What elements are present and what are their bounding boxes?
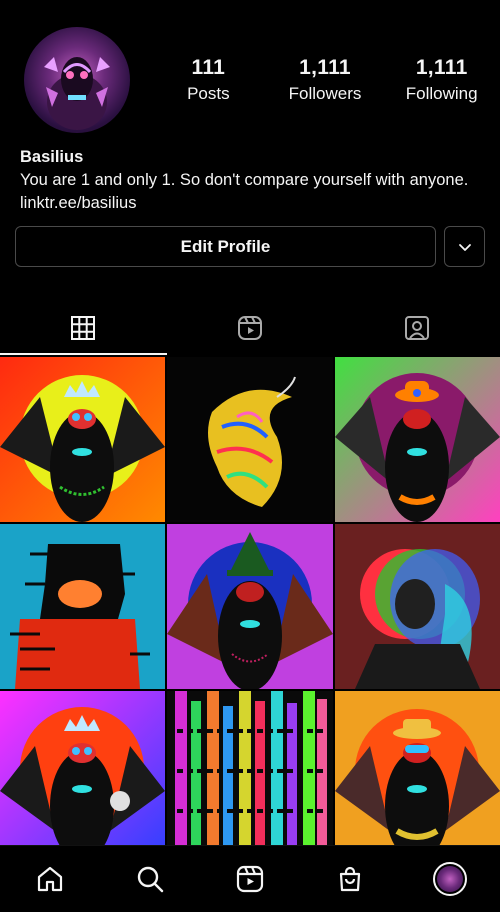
post-thumbnail[interactable] — [167, 524, 333, 689]
edit-profile-button[interactable]: Edit Profile — [15, 226, 436, 267]
nav-profile[interactable] — [400, 846, 500, 912]
profile-avatar — [433, 862, 467, 896]
tagged-icon — [404, 315, 429, 340]
profile-tabs — [0, 300, 500, 355]
post-thumbnail[interactable] — [0, 691, 165, 856]
post-thumbnail[interactable] — [167, 691, 333, 856]
post-thumbnail[interactable] — [335, 357, 500, 522]
stat-label: Followers — [288, 84, 362, 103]
profile-name: Basilius — [20, 148, 84, 166]
post-thumbnail[interactable] — [0, 357, 165, 522]
reels-icon — [238, 315, 262, 340]
stat-value: 1,111 — [299, 56, 351, 79]
post-thumbnail[interactable] — [0, 524, 165, 689]
search-icon — [137, 866, 164, 893]
tab-tagged[interactable] — [333, 300, 500, 355]
suggestions-button[interactable] — [444, 226, 485, 267]
post-thumbnail[interactable] — [335, 524, 500, 689]
stat-value: 1,111 — [415, 56, 468, 79]
bio-text: You are 1 and only 1. So don't compare y… — [20, 171, 469, 189]
nav-home[interactable] — [0, 846, 100, 912]
bio-link[interactable]: linktr.ee/basilius — [20, 192, 490, 215]
tab-reels[interactable] — [167, 300, 334, 355]
nav-shop[interactable] — [300, 846, 400, 912]
nav-search[interactable] — [100, 846, 200, 912]
profile-actions: Edit Profile — [15, 226, 485, 268]
chevron-down-icon — [458, 243, 471, 251]
bottom-navigation — [0, 845, 500, 912]
profile-bio: Basilius You are 1 and only 1. So don't … — [20, 146, 490, 215]
reels-icon — [236, 865, 264, 893]
post-thumbnail[interactable] — [167, 357, 333, 522]
nav-reels[interactable] — [200, 846, 300, 912]
profile-stats: 111 Posts 1,111 Followers 1,111 Followin… — [150, 56, 500, 104]
stat-followers[interactable]: 1,111 Followers — [267, 56, 384, 104]
stat-value: 111 — [191, 56, 226, 79]
posts-grid — [0, 357, 500, 856]
grid-icon — [71, 315, 96, 340]
shop-icon — [339, 866, 361, 892]
home-icon — [37, 866, 63, 892]
stat-following[interactable]: 1,111 Following — [383, 56, 500, 104]
profile-header: 111 Posts 1,111 Followers 1,111 Followin… — [0, 0, 500, 150]
tab-posts-grid[interactable] — [0, 300, 167, 355]
stat-posts[interactable]: 111 Posts — [150, 56, 267, 104]
post-thumbnail[interactable] — [335, 691, 500, 856]
stat-label: Following — [405, 84, 478, 103]
profile-avatar[interactable] — [24, 27, 130, 133]
stat-label: Posts — [187, 84, 230, 103]
